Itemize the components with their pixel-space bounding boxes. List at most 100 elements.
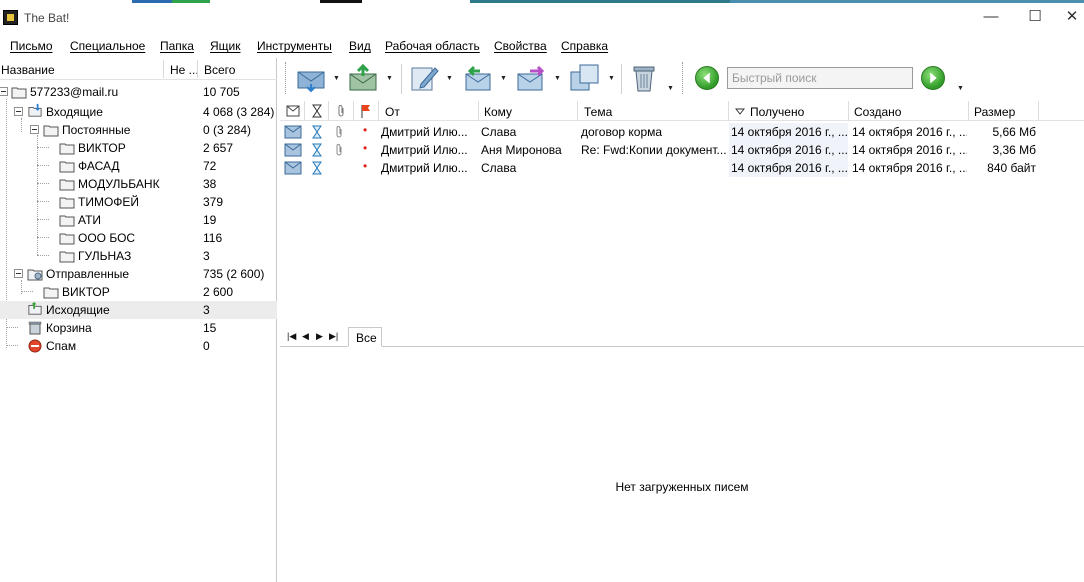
message-row[interactable]: • Дмитрий Илю... Слава 14 октября 2016 г… [280, 159, 1038, 177]
flag-icon[interactable] [360, 104, 372, 118]
dropdown-arrow-icon[interactable]: ▼ [333, 75, 340, 82]
dropdown-arrow-icon[interactable]: ▼ [608, 75, 615, 82]
sort-descending-icon [735, 108, 745, 115]
column-divider[interactable] [1038, 101, 1039, 121]
taskbar-accent [172, 0, 210, 3]
toolbar-separator [621, 64, 622, 94]
hourglass-icon[interactable] [312, 104, 322, 118]
quick-search-input[interactable] [727, 67, 913, 89]
message-row[interactable]: • Дмитрий Илю... Аня Миронова Re: Fwd:Ко… [280, 141, 1038, 159]
menu-view[interactable]: Вид [349, 39, 371, 53]
get-mail-button[interactable] [296, 62, 328, 94]
tree-folder-gulnaz[interactable]: ГУЛЬНАЗ 3 [0, 247, 277, 265]
copy-to-folder-button[interactable] [569, 62, 601, 94]
menu-properties[interactable]: Свойства [494, 39, 547, 53]
column-divider[interactable] [378, 101, 379, 121]
prev-tab-icon[interactable]: ◀ [302, 331, 309, 342]
search-forward-button[interactable] [921, 66, 945, 90]
next-tab-icon[interactable]: ▶ [316, 331, 323, 342]
tree-folder-outbox[interactable]: Исходящие 3 [0, 301, 277, 319]
new-message-button[interactable] [409, 62, 441, 94]
first-tab-icon[interactable]: |◀ [287, 331, 296, 342]
folder-label: Постоянные [62, 123, 131, 137]
tree-folder-ati[interactable]: АТИ 19 [0, 211, 277, 229]
folder-label: ТИМОФЕЙ [78, 195, 140, 209]
dropdown-arrow-icon[interactable]: ▼ [386, 75, 393, 82]
folder-icon [59, 179, 75, 191]
tree-folder-trash[interactable]: Корзина 15 [0, 319, 277, 337]
minimize-button[interactable]: — [976, 7, 1006, 29]
menu-help[interactable]: Справка [561, 39, 608, 53]
folder-count: 116 [203, 231, 223, 245]
arrow-right-icon [930, 72, 937, 84]
column-received-header[interactable]: Получено [750, 105, 804, 119]
column-divider[interactable] [848, 101, 849, 121]
tree-folder-sent[interactable]: Отправленные 735 (2 600) [0, 265, 277, 283]
dropdown-arrow-icon[interactable]: ▼ [554, 75, 561, 82]
column-divider[interactable] [728, 101, 729, 121]
toolbar-grip[interactable] [682, 62, 684, 94]
folder-count: 0 (3 284) [203, 123, 252, 137]
message-row[interactable]: • Дмитрий Илю... Слава договор корма 14 … [280, 123, 1038, 141]
menu-workspace[interactable]: Рабочая область [385, 39, 480, 53]
last-tab-icon[interactable]: ▶| [329, 331, 338, 342]
menu-letter[interactable]: Письмо [10, 39, 53, 53]
column-from-header[interactable]: От [385, 105, 400, 119]
tree-folder-timofey[interactable]: ТИМОФЕЙ 379 [0, 193, 277, 211]
send-mail-button[interactable] [348, 62, 380, 94]
menu-mailbox[interactable]: Ящик [210, 39, 241, 53]
column-divider[interactable] [478, 101, 479, 121]
folder-label: Корзина [46, 321, 92, 335]
tree-folder-fasad[interactable]: ФАСАД 72 [0, 157, 277, 175]
tree-folder-spam[interactable]: Спам 0 [0, 337, 277, 355]
tree-account[interactable]: 577233@mail.ru 10 705 [0, 83, 277, 101]
column-subject-header[interactable]: Тема [584, 105, 612, 119]
column-total-header[interactable]: Всего [204, 63, 235, 77]
column-divider[interactable] [197, 60, 198, 78]
priority-dot-icon: • [363, 159, 368, 173]
menu-folder[interactable]: Папка [160, 39, 194, 53]
tree-folder-permanent[interactable]: Постоянные 0 (3 284) [0, 121, 277, 139]
toolbar-grip[interactable] [285, 62, 287, 94]
dropdown-arrow-icon[interactable]: ▼ [667, 85, 674, 92]
tree-folder-sent-viktor[interactable]: ВИКТОР 2 600 [0, 283, 277, 301]
tab-all[interactable]: Все [348, 327, 382, 347]
tree-folder-modulbank[interactable]: МОДУЛЬБАНК 38 [0, 175, 277, 193]
column-divider[interactable] [328, 101, 329, 121]
column-created-header[interactable]: Создано [854, 105, 901, 119]
close-button[interactable]: ✕ [1060, 7, 1084, 29]
search-back-button[interactable] [695, 66, 719, 90]
envelope-icon[interactable] [286, 105, 300, 117]
dropdown-arrow-icon[interactable]: ▼ [446, 75, 453, 82]
delete-button[interactable] [628, 62, 660, 94]
column-divider[interactable] [577, 101, 578, 121]
collapse-toggle[interactable] [0, 87, 8, 96]
paperclip-icon[interactable] [335, 104, 347, 118]
column-divider[interactable] [353, 101, 354, 121]
column-name-header[interactable]: Название [1, 63, 55, 77]
collapse-toggle[interactable] [14, 269, 23, 278]
folder-label: ВИКТОР [62, 285, 110, 299]
collapse-toggle[interactable] [14, 107, 23, 116]
message-created: 14 октября 2016 г., ... [852, 125, 967, 139]
column-to-header[interactable]: Кому [484, 105, 512, 119]
account-label: 577233@mail.ru [30, 85, 119, 99]
column-size-header[interactable]: Размер [974, 105, 1015, 119]
column-divider[interactable] [304, 101, 305, 121]
menu-special[interactable]: Специальное [70, 39, 145, 53]
column-unread-header[interactable]: Не ... [170, 63, 199, 77]
tree-folder-ooo-bos[interactable]: ООО БОС 116 [0, 229, 277, 247]
tree-folder-viktor[interactable]: ВИКТОР 2 657 [0, 139, 277, 157]
menu-tools[interactable]: Инструменты [257, 39, 332, 53]
maximize-button[interactable]: ☐ [1020, 7, 1050, 29]
tree-folder-inbox[interactable]: Входящие 4 068 (3 284) [0, 103, 277, 121]
dropdown-arrow-icon[interactable]: ▼ [957, 85, 964, 92]
column-divider[interactable] [163, 60, 164, 78]
reply-button[interactable] [462, 62, 494, 94]
forward-button[interactable] [516, 62, 548, 94]
folder-label: ВИКТОР [78, 141, 126, 155]
dropdown-arrow-icon[interactable]: ▼ [500, 75, 507, 82]
collapse-toggle[interactable] [30, 125, 39, 134]
forward-icon [517, 65, 545, 91]
column-divider[interactable] [968, 101, 969, 121]
